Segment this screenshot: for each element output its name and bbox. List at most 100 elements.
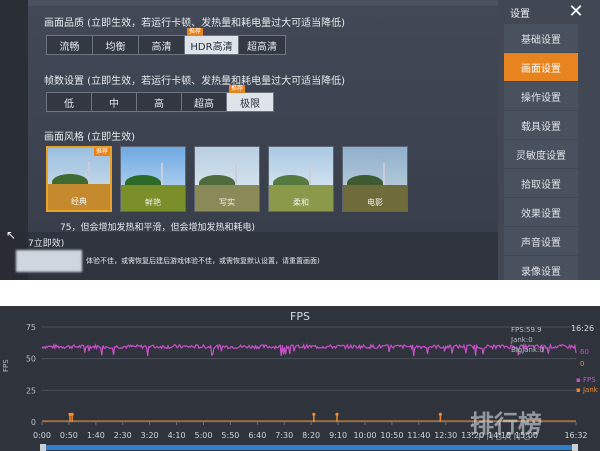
style-thumbnail[interactable]: 电影 <box>342 146 408 212</box>
x-tick-label: 4:10 <box>168 431 186 440</box>
quality-section-title: 画面品质 (立即生效，若运行卡顿、发热量和耗电量过大可适当降低) <box>44 18 345 29</box>
quality-option-label: HDR高清 <box>190 41 233 53</box>
jank-spike-point <box>438 412 442 416</box>
blurred-region <box>16 250 82 272</box>
style-section-title: 画面风格 (立即生效) <box>44 132 135 143</box>
x-tick-label: 0:50 <box>60 431 78 440</box>
quality-option[interactable]: 超高清 <box>239 36 285 54</box>
style-label: 柔和 <box>293 198 309 207</box>
right-jank-value: 0 <box>580 360 585 368</box>
sidebar-item[interactable]: 拾取设置 <box>504 169 578 197</box>
warning-line: 体验不佳，或需恢复后建后游戏体验不佳，或需恢复默认设置，请重置画面) <box>86 257 320 265</box>
x-tick-label: 10:50 <box>380 431 403 440</box>
fps-chart: 0 25 50 75 0:00 0:50 1:40 2:30 3:20 4:10 5:00 5:50 6… <box>0 306 600 451</box>
fps-option-label: 极限 <box>240 98 260 110</box>
quality-option[interactable]: 高清 <box>139 36 185 54</box>
close-button[interactable]: ✕ <box>562 2 590 22</box>
style-label: 写实 <box>219 198 235 207</box>
x-tick-label: 12:30 <box>434 431 457 440</box>
legend-fps: ▪ FPS <box>576 376 596 384</box>
x-tick-label: 5:50 <box>221 431 239 440</box>
sidebar-item-label: 拾取设置 <box>521 179 561 191</box>
scrollbar-handle-right <box>572 444 578 451</box>
fps-option-label: 高 <box>154 98 164 110</box>
recommended-badge: 推荐 <box>229 85 246 93</box>
fps-label: 7立即效) <box>28 239 65 249</box>
quality-option-label: 均衡 <box>105 41 126 53</box>
fps-stat: FPS:59.9 <box>511 326 542 334</box>
jank-spike-point <box>312 412 316 416</box>
fps-option[interactable]: 极限 推荐 <box>227 85 273 111</box>
sidebar-item-label: 声音设置 <box>521 237 561 249</box>
fps-option-label: 中 <box>109 98 119 110</box>
style-label: 鲜艳 <box>145 198 161 207</box>
settings-sidebar: 设置 ✕ 基础设置画面设置操作设置载具设置灵敏度设置拾取设置效果设置声音设置录像… <box>498 0 600 280</box>
fps-option-label: 低 <box>64 98 74 110</box>
fps-series-line <box>41 342 577 357</box>
scrollbar-handle-left <box>40 444 46 451</box>
sidebar-item[interactable]: 录像设置 <box>504 256 578 280</box>
x-tick-label: 11:40 <box>407 431 430 440</box>
x-tick-label: 8:20 <box>302 431 320 440</box>
quality-option[interactable]: 流畅 <box>47 36 93 54</box>
sidebar-item[interactable]: 载具设置 <box>504 111 578 139</box>
arrow-icon: ↖ <box>6 228 17 242</box>
right-time: 16:26 <box>571 324 595 333</box>
sidebar-item-label: 画面设置 <box>521 63 561 75</box>
x-tick-label: 0:00 <box>33 431 51 440</box>
x-tick-label: 6:40 <box>248 431 266 440</box>
y-tick-label: 50 <box>26 355 36 364</box>
fps-option[interactable]: 高 <box>137 93 182 111</box>
quality-option-label: 超高清 <box>247 41 277 53</box>
sidebar-item-label: 录像设置 <box>521 266 561 278</box>
fps-option[interactable]: 中 <box>92 93 137 111</box>
style-label: 经典 <box>71 197 87 206</box>
style-thumbnail[interactable]: 经典 推荐 <box>46 146 112 212</box>
x-tick-label: 3:20 <box>141 431 159 440</box>
quality-option-label: 流畅 <box>59 41 80 53</box>
x-tick-label: 16:32 <box>564 431 587 440</box>
sidebar-item[interactable]: 灵敏度设置 <box>504 140 578 168</box>
sidebar-title: 设置 <box>510 9 530 20</box>
bigjank-stat: BigJank:0 <box>511 346 544 354</box>
quality-option[interactable]: 均衡 <box>93 36 139 54</box>
x-tick-label: 5:00 <box>195 431 213 440</box>
x-tick-label: 7:30 <box>275 431 293 440</box>
y-axis-label: FPS <box>2 359 10 372</box>
style-thumbnail[interactable]: 鲜艳 <box>120 146 186 212</box>
fps-option-label: 超高 <box>194 98 214 110</box>
jank-spike-point <box>335 412 339 416</box>
sidebar-item[interactable]: 声音设置 <box>504 227 578 255</box>
sidebar-item[interactable]: 效果设置 <box>504 198 578 226</box>
recommended-badge: 推荐 <box>187 28 204 36</box>
sidebar-item[interactable]: 画面设置 <box>504 53 578 81</box>
style-label: 电影 <box>367 198 383 207</box>
x-tick-label: 1:40 <box>87 431 105 440</box>
note-line: 75，但会增加发热和平滑，但会增加发热和耗电) <box>60 223 255 233</box>
y-tick-label: 0 <box>31 418 36 427</box>
quality-option[interactable]: HDR高清 推荐 <box>185 28 239 54</box>
sidebar-item[interactable]: 基础设置 <box>504 24 578 52</box>
legend-jank: ▪ Jank <box>576 386 598 394</box>
right-fps-value: 60 <box>580 348 589 356</box>
sidebar-item[interactable]: 操作设置 <box>504 82 578 110</box>
legend-jank-label: Jank <box>582 386 598 394</box>
recommended-badge: 推荐 <box>93 148 110 156</box>
fps-section-title: 帧数设置 (立即生效，若运行卡顿、发热量和耗电量过大可适当降低) <box>44 76 345 87</box>
sidebar-item-label: 基础设置 <box>521 34 561 46</box>
jank-stat: Jank:0 <box>511 336 533 344</box>
sidebar-item-label: 灵敏度设置 <box>516 150 566 162</box>
style-thumbnail[interactable]: 写实 <box>194 146 260 212</box>
fps-option[interactable]: 低 <box>47 93 92 111</box>
fps-option[interactable]: 超高 <box>182 93 227 111</box>
x-tick-label: 10:00 <box>353 431 376 440</box>
style-thumbnail[interactable]: 柔和 <box>268 146 334 212</box>
sidebar-item-label: 操作设置 <box>521 92 561 104</box>
chart-title: FPS <box>290 310 310 323</box>
y-tick-label: 75 <box>26 323 36 332</box>
y-tick-label: 25 <box>26 386 36 395</box>
jank-spike-point <box>70 412 74 416</box>
quality-selector: 流畅 均衡 高清 HDR高清 推荐超高清 <box>46 28 286 55</box>
watermark-sub: PHBANG <box>478 432 533 443</box>
screenshot-root: 画面品质 (立即生效，若运行卡顿、发热量和耗电量过大可适当降低) 流畅 均衡 高清 H… <box>0 0 600 451</box>
